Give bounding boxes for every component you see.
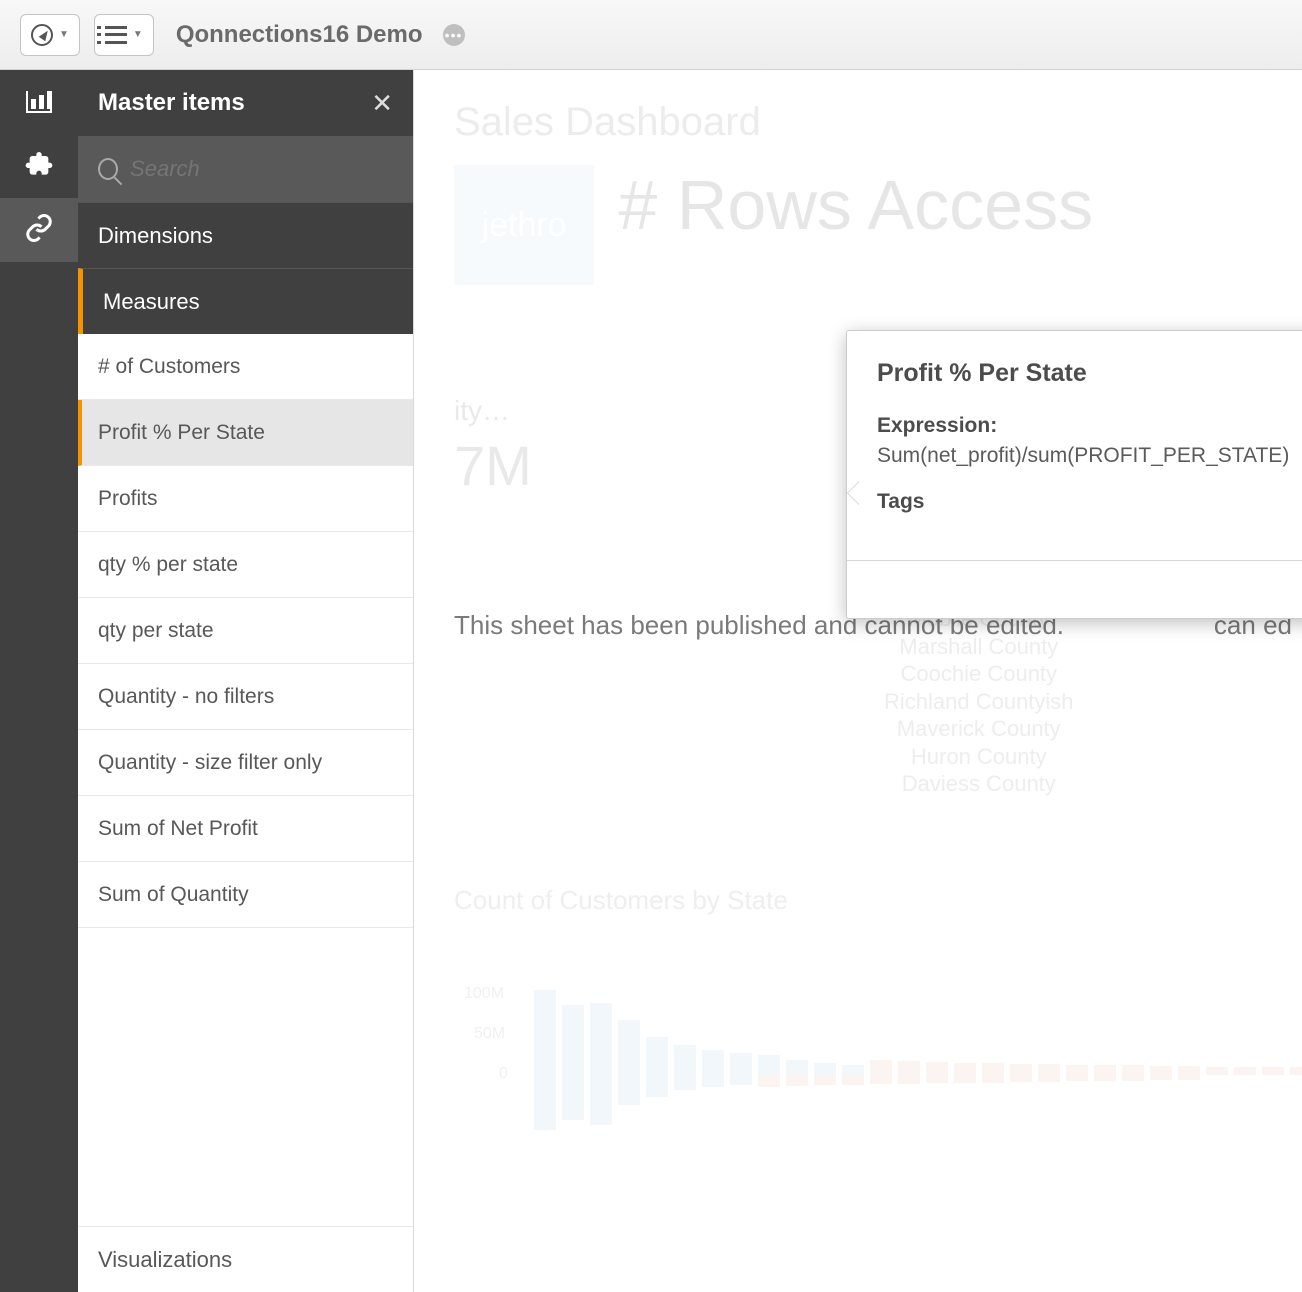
list-icon	[105, 26, 127, 44]
panel-title: Master items	[98, 89, 245, 117]
measure-item[interactable]: Quantity - size filter only	[78, 730, 413, 796]
measure-item[interactable]: Quantity - no filters	[78, 664, 413, 730]
menu-button[interactable]: ▼	[94, 14, 154, 56]
y-tick: 50M	[474, 1025, 505, 1043]
measure-item[interactable]: Profits	[78, 466, 413, 532]
bars-negative	[534, 1075, 1200, 1130]
more-icon[interactable]: •••	[443, 24, 465, 46]
measure-item[interactable]: Sum of Net Profit	[78, 796, 413, 862]
cloud-label: Coochie County	[884, 660, 1074, 688]
measure-item[interactable]: qty per state	[78, 598, 413, 664]
panel-header: Master items ✕	[78, 70, 413, 136]
y-tick: 0	[499, 1065, 508, 1083]
panel-search	[78, 136, 413, 202]
sheet-canvas: Sales Dashboard jethro # Rows Access ity…	[414, 70, 1302, 1292]
section-measures[interactable]: Measures	[78, 268, 413, 334]
link-icon	[24, 213, 54, 248]
kpi-main: # Rows Access	[618, 165, 1093, 245]
cloud-label: Maverick County	[884, 715, 1074, 743]
logo-box: jethro	[454, 165, 594, 285]
popover-title: Profit % Per State	[877, 359, 1302, 388]
app-toolbar: ▼ ▼ Qonnections16 Demo •••	[0, 0, 1302, 70]
cloud-label: Huron County	[884, 743, 1074, 771]
compass-icon	[31, 24, 53, 46]
measure-item[interactable]: Sum of Quantity	[78, 862, 413, 928]
chart-caption: Count of Customers by State	[454, 885, 788, 916]
chevron-down-icon: ▼	[59, 29, 69, 40]
rail-extensions[interactable]	[0, 134, 78, 198]
section-dimensions[interactable]: Dimensions	[78, 202, 413, 268]
y-tick: 100M	[464, 985, 504, 1003]
popover-tags-label: Tags	[877, 490, 1302, 514]
bars-positive	[534, 990, 1302, 1075]
measure-popover: Profit % Per State Expression: Sum(net_p…	[846, 330, 1302, 619]
rail-master-items[interactable]	[0, 198, 78, 262]
chevron-down-icon: ▼	[133, 29, 143, 40]
sheet-title: Sales Dashboard	[454, 100, 1302, 145]
measure-item[interactable]: # of Customers	[78, 334, 413, 400]
popover-expression: Sum(net_profit)/sum(PROFIT_PER_STATE)	[877, 444, 1302, 468]
measure-item[interactable]: qty % per state	[78, 532, 413, 598]
close-icon[interactable]: ✕	[371, 88, 393, 119]
puzzle-icon	[23, 148, 55, 185]
search-icon	[98, 158, 118, 180]
cloud-label: Daviess County	[884, 770, 1074, 798]
master-items-panel: Master items ✕ Dimensions Measures # of …	[78, 70, 414, 1292]
left-rail	[0, 70, 78, 1292]
cloud-label: Richland Countyish	[884, 688, 1074, 716]
rail-charts[interactable]	[0, 70, 78, 134]
search-input[interactable]	[130, 156, 393, 182]
popover-expression-label: Expression:	[877, 414, 1302, 438]
navigate-button[interactable]: ▼	[20, 14, 80, 56]
measure-item[interactable]: Profit % Per State	[78, 400, 413, 466]
section-visualizations[interactable]: Visualizations	[78, 1226, 413, 1292]
app-title: Qonnections16 Demo	[176, 21, 423, 49]
bar-chart-icon	[26, 91, 52, 113]
